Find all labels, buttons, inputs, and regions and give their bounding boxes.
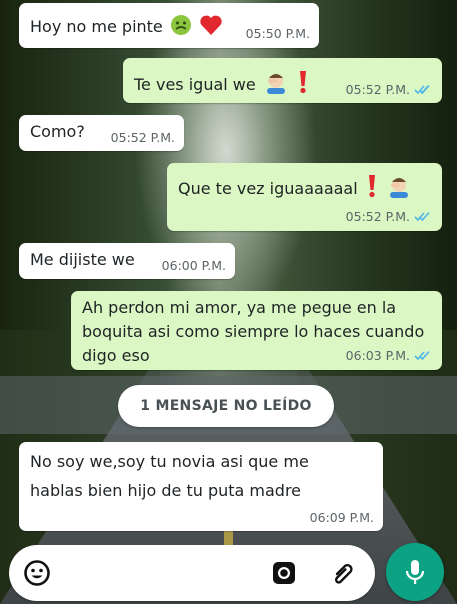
man-facepalming-icon <box>389 178 408 198</box>
message-time: 06:03 P.M. <box>345 348 410 363</box>
message-time: 05:50 P.M. <box>245 26 310 41</box>
emoji-icon[interactable] <box>21 557 53 589</box>
heavy-exclamation-mark-icon <box>299 71 306 94</box>
message-bubble-incoming[interactable]: Me dijiste we 06:00 P.M. <box>19 243 235 279</box>
message-bubble-outgoing[interactable]: Ah perdon mi amor, ya me pegue en la boq… <box>71 291 442 370</box>
message-time: 06:09 P.M. <box>309 510 374 525</box>
red-heart-icon <box>200 15 222 35</box>
read-receipt-icon <box>414 84 433 95</box>
camera-icon[interactable] <box>268 557 300 589</box>
message-time: 05:52 P.M. <box>110 130 175 145</box>
unread-messages-badge: 1 MENSAJE NO LEÍDO <box>118 385 334 427</box>
message-text: Como? <box>30 122 85 141</box>
message-text: Me dijiste we <box>30 250 135 269</box>
message-text: Hoy no me pinte <box>30 17 163 36</box>
message-bubble-outgoing[interactable]: Que te vez iguaaaaaal 05:52 P.M. <box>167 163 442 231</box>
message-bubble-incoming[interactable]: No soy we,soy tu novia asi que me hablas… <box>19 442 383 531</box>
microphone-button[interactable] <box>386 543 444 601</box>
message-composer[interactable] <box>9 545 375 601</box>
man-facepalming-icon <box>266 74 285 94</box>
message-time: 06:00 P.M. <box>161 258 226 273</box>
message-time: 05:52 P.M. <box>345 82 410 97</box>
message-bubble-outgoing[interactable]: Te ves igual we 05:52 P.M. <box>123 58 442 103</box>
message-text: Te ves igual we <box>134 75 256 94</box>
message-text: Que te vez iguaaaaaal <box>178 179 358 198</box>
attach-icon[interactable] <box>327 557 359 589</box>
microphone-icon <box>405 560 425 584</box>
message-bubble-incoming[interactable]: Como? 05:52 P.M. <box>19 115 184 151</box>
message-text: No soy we,soy tu novia asi que me hablas… <box>30 452 309 500</box>
heavy-exclamation-mark-icon <box>368 175 375 198</box>
nauseated-face-icon <box>170 15 191 35</box>
message-time: 05:52 P.M. <box>345 209 410 224</box>
read-receipt-icon <box>414 211 433 222</box>
message-bubble-incoming[interactable]: Hoy no me pinte 05:50 P.M. <box>19 3 319 48</box>
read-receipt-icon <box>414 350 433 361</box>
